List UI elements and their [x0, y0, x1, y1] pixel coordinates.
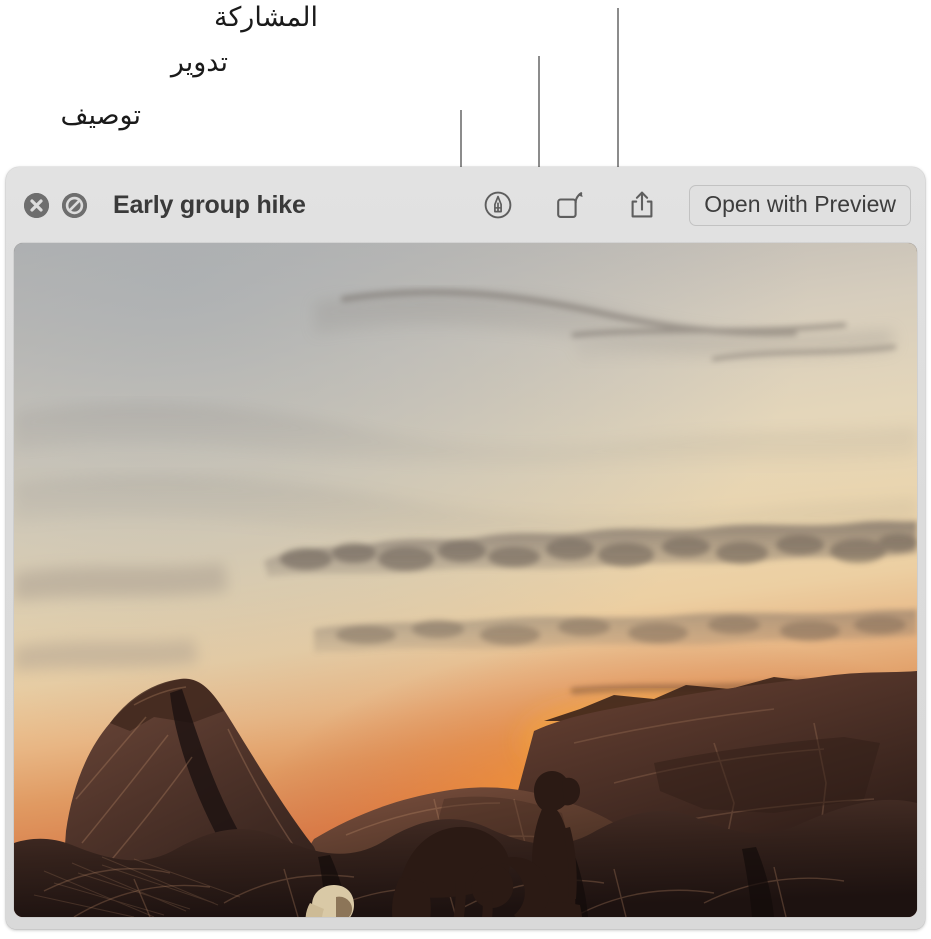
- callout-label-share: المشاركة: [214, 2, 318, 34]
- callout-label-markup: توصيف: [61, 100, 142, 132]
- no-entry-icon[interactable]: [62, 192, 87, 218]
- callout-label-rotate: تدوير: [171, 47, 228, 79]
- callout-share-text: المشاركة: [213, 2, 318, 33]
- open-with-preview-button[interactable]: Open with Preview: [689, 184, 911, 226]
- callout-rotate-text: تدوير: [170, 47, 228, 78]
- page-title: Early group hike: [113, 190, 306, 219]
- rotate-icon[interactable]: [553, 188, 587, 222]
- callout-markup-text: توصيف: [60, 100, 142, 131]
- close-icon[interactable]: [24, 192, 49, 218]
- share-icon[interactable]: [625, 188, 659, 222]
- photo-preview[interactable]: [14, 243, 917, 917]
- quick-look-window: Early group hike Open with Preview: [6, 167, 925, 929]
- leader-line-rotate: [538, 56, 540, 180]
- markup-icon[interactable]: [481, 188, 515, 222]
- leader-line-share: [617, 8, 619, 180]
- toolbar-left-group: Early group hike: [24, 191, 306, 220]
- toolbar-actions: [481, 188, 659, 222]
- window-toolbar: Early group hike Open with Preview: [6, 167, 925, 243]
